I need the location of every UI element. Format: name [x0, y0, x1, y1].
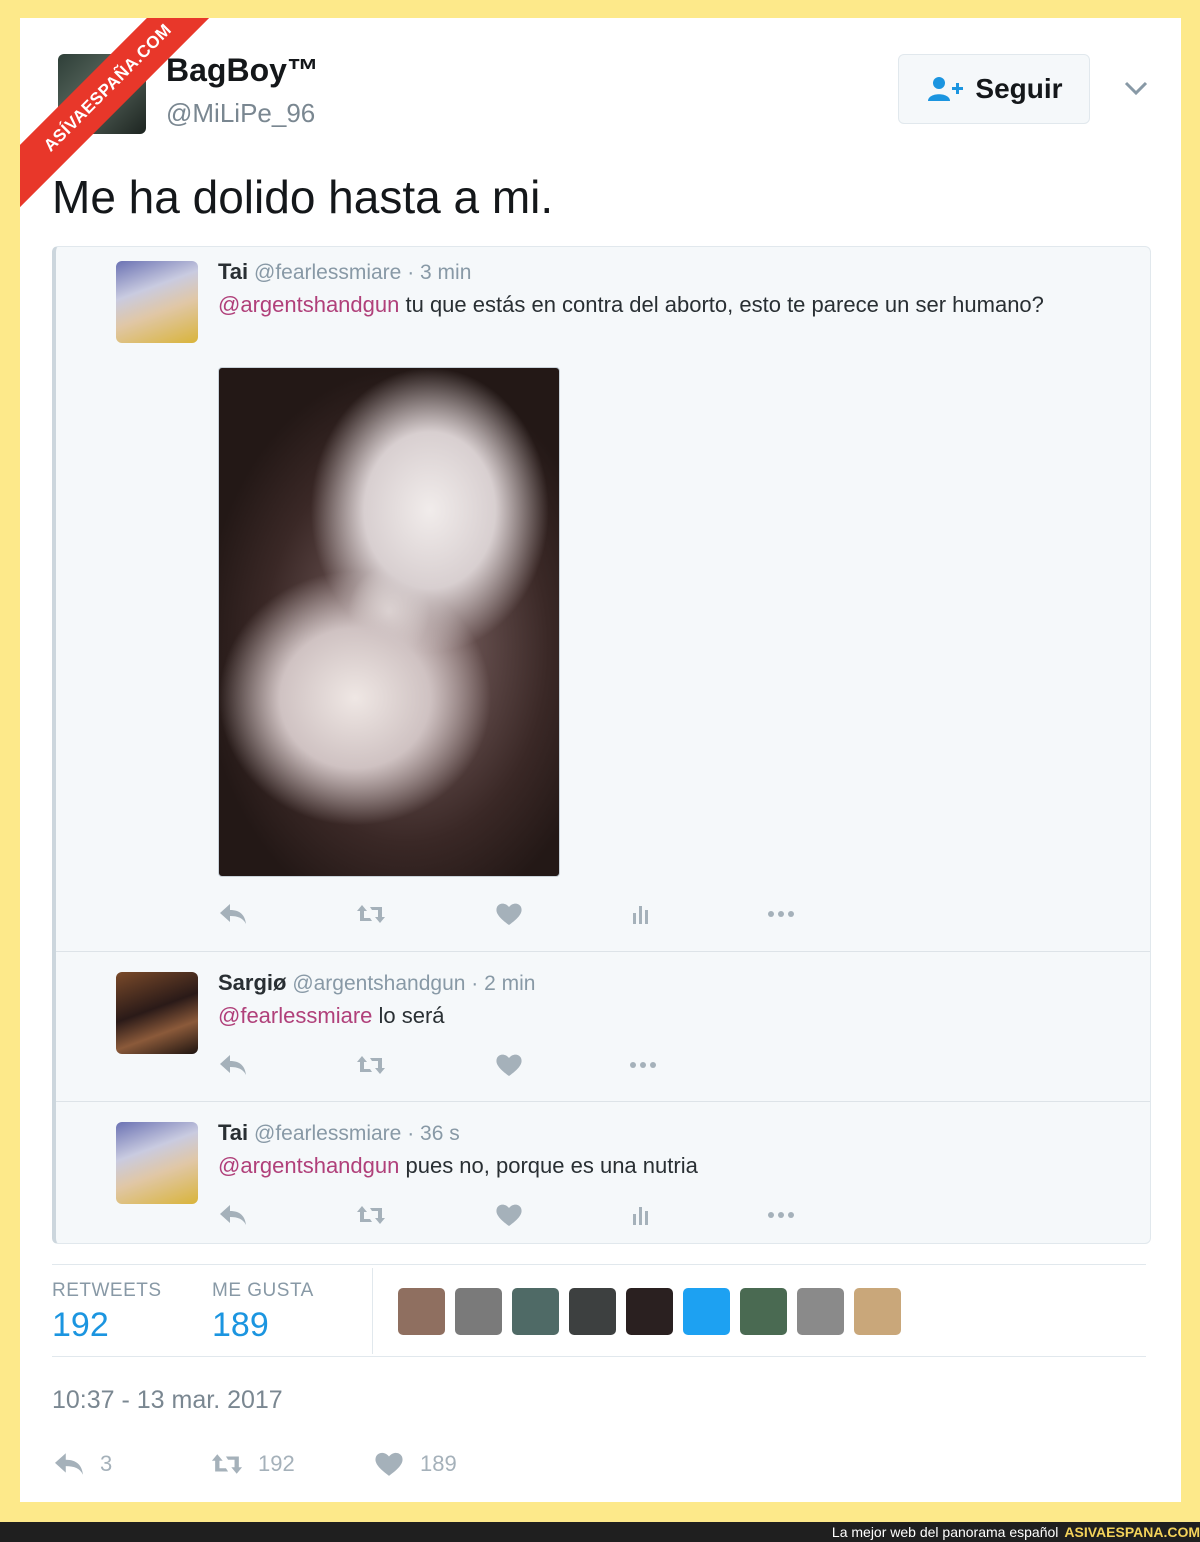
retweet-action[interactable]: [356, 901, 386, 927]
stats-divider-bottom: [52, 1356, 1146, 1357]
reply-icon: [220, 1055, 246, 1075]
more-icon: [630, 1062, 656, 1068]
follow-button[interactable]: Seguir: [898, 54, 1090, 124]
reply-icon: [220, 904, 246, 924]
retweet-icon: [357, 905, 385, 923]
analytics-action[interactable]: [626, 901, 656, 927]
more-icon: [768, 911, 794, 917]
analytics-icon: [633, 906, 648, 924]
reply-mention[interactable]: @argentshandgun: [218, 292, 399, 317]
retweet-button[interactable]: 192: [210, 1450, 295, 1478]
liker-avatar[interactable]: [797, 1288, 844, 1335]
like-action[interactable]: [494, 901, 524, 927]
liker-avatar[interactable]: [740, 1288, 787, 1335]
reply-avatar[interactable]: [116, 972, 198, 1054]
reply-mention[interactable]: @fearlessmiare: [218, 1003, 372, 1028]
reply-action[interactable]: [218, 901, 248, 927]
reply-time: · 2 min: [471, 972, 536, 995]
liker-avatar[interactable]: [569, 1288, 616, 1335]
heart-icon: [375, 1452, 403, 1476]
reply-avatar[interactable]: [116, 1122, 198, 1204]
liker-avatar[interactable]: [854, 1288, 901, 1335]
embedded-thread[interactable]: Tai @fearlessmiare · 3 min @argentshandg…: [52, 246, 1151, 1244]
retweet-action[interactable]: [356, 1202, 386, 1228]
reply-icon: [55, 1453, 83, 1475]
reply-count: 3: [100, 1451, 113, 1476]
retweet-icon: [357, 1206, 385, 1224]
tweet-timestamp[interactable]: 10:37 - 13 mar. 2017: [52, 1386, 283, 1415]
thread-reply[interactable]: Tai @fearlessmiare · 3 min @argentshandg…: [56, 247, 1150, 951]
stats-divider-top: [52, 1264, 1146, 1265]
watermark-ribbon-wrap: ASÍVAESPAÑA.COM: [20, 18, 280, 278]
like-count: 189: [420, 1451, 457, 1476]
more-icon: [768, 1212, 794, 1218]
liker-avatar[interactable]: [683, 1288, 730, 1335]
retweet-action[interactable]: [356, 1052, 386, 1078]
heart-icon: [496, 903, 522, 925]
reply-time: · 36 s: [407, 1122, 460, 1145]
reply-handle: @fearlessmiare: [254, 1122, 402, 1145]
reply-action[interactable]: [218, 1052, 248, 1078]
reply-actions: [218, 901, 838, 931]
chevron-down-icon[interactable]: [1122, 74, 1150, 102]
reply-header: Sargiø @argentshandgun · 2 min: [218, 970, 535, 996]
retweets-count[interactable]: 192: [52, 1306, 109, 1345]
footer-site[interactable]: ASIVAESPANA.COM: [1064, 1524, 1200, 1540]
thread-reply[interactable]: Sargiø @argentshandgun · 2 min @fearless…: [56, 951, 1150, 1102]
add-user-icon: [928, 77, 964, 101]
reply-button[interactable]: 3: [52, 1450, 112, 1478]
site-footer: La mejor web del panorama español ASIVAES…: [0, 1522, 1200, 1542]
watermark-ribbon: ASÍVAESPAÑA.COM: [20, 18, 230, 210]
more-action[interactable]: [766, 1202, 796, 1228]
more-action[interactable]: [766, 901, 796, 927]
liker-avatar[interactable]: [455, 1288, 502, 1335]
liker-avatar[interactable]: [626, 1288, 673, 1335]
reply-text: @argentshandgun tu que estás en contra d…: [218, 289, 1078, 320]
likes-label: ME GUSTA: [212, 1280, 314, 1301]
like-action[interactable]: [494, 1052, 524, 1078]
like-action[interactable]: [494, 1202, 524, 1228]
reply-name: Tai: [218, 1120, 249, 1145]
follow-label: Seguir: [975, 73, 1063, 104]
tweet-actions: 3 192 189: [52, 1450, 652, 1482]
reply-handle: @argentshandgun: [292, 972, 466, 995]
thread-reply[interactable]: Tai @fearlessmiare · 36 s @argentshandgu…: [56, 1101, 1150, 1243]
reply-time: · 3 min: [407, 261, 472, 284]
retweet-icon: [357, 1056, 385, 1074]
reply-text: @argentshandgun pues no, porque es una n…: [218, 1150, 1078, 1181]
reply-action[interactable]: [218, 1202, 248, 1228]
retweets-label: RETWEETS: [52, 1280, 162, 1301]
tweet-card: ASÍVAESPAÑA.COM BagBoy™ @MiLiPe_96 Segui…: [20, 18, 1181, 1502]
reply-body: pues no, porque es una nutria: [399, 1153, 698, 1178]
more-action[interactable]: [628, 1052, 658, 1078]
heart-icon: [496, 1054, 522, 1076]
reply-header: Tai @fearlessmiare · 36 s: [218, 1120, 460, 1146]
reply-actions: [218, 1202, 838, 1232]
reply-text: @fearlessmiare lo será: [218, 1000, 1078, 1031]
reply-actions: [218, 1052, 838, 1082]
liker-avatar[interactable]: [512, 1288, 559, 1335]
analytics-action[interactable]: [626, 1202, 656, 1228]
liker-avatar[interactable]: [398, 1288, 445, 1335]
stats-vertical-divider: [372, 1268, 373, 1354]
retweet-count: 192: [258, 1451, 295, 1476]
likes-count[interactable]: 189: [212, 1306, 269, 1345]
reply-icon: [220, 1205, 246, 1225]
reply-name: Sargiø: [218, 970, 287, 995]
reply-body: lo será: [372, 1003, 445, 1028]
analytics-icon: [633, 1207, 648, 1225]
embryo-photo[interactable]: [218, 367, 560, 877]
retweet-icon: [211, 1454, 243, 1474]
reply-body: tu que estás en contra del aborto, esto …: [399, 292, 1044, 317]
footer-tagline: La mejor web del panorama español: [831, 1524, 1059, 1540]
liker-avatars: [398, 1288, 901, 1335]
heart-icon: [496, 1204, 522, 1226]
like-button[interactable]: 189: [372, 1450, 457, 1478]
reply-mention[interactable]: @argentshandgun: [218, 1153, 399, 1178]
